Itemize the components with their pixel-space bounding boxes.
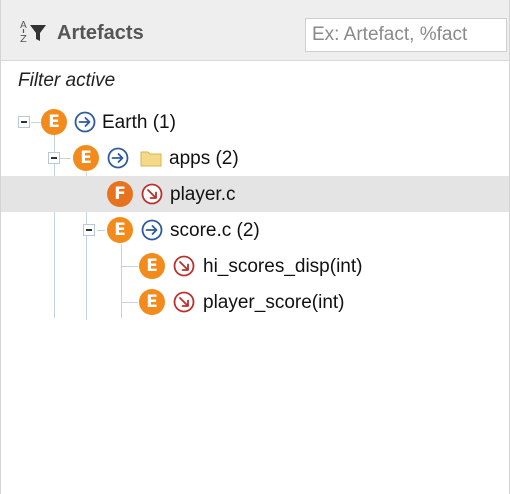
tree-node-label: apps (2): [169, 148, 239, 169]
arrow-in-icon: [107, 147, 129, 169]
folder-icon: [140, 151, 162, 167]
entity-badge-e: E: [139, 289, 165, 315]
tree-node-label: Earth (1): [102, 112, 176, 133]
artefact-tree: E Earth (1) E apps (2) F player.c E scor…: [1, 0, 509, 494]
entity-badge-e: E: [139, 253, 165, 279]
tree-node-hi-scores-disp[interactable]: E hi_scores_disp(int): [1, 248, 509, 284]
collapse-toggle[interactable]: [18, 116, 30, 128]
artefacts-panel: A Z Artefacts Filter active E Earth (1): [0, 0, 510, 494]
tree-node-player-score[interactable]: E player_score(int): [1, 284, 509, 320]
tree-node-label: score.c (2): [170, 220, 260, 241]
tree-node-label: player_score(int): [203, 292, 345, 313]
tree-node-label: hi_scores_disp(int): [203, 256, 363, 277]
tree-node-label: player.c: [170, 184, 236, 205]
tree-node-apps[interactable]: E apps (2): [1, 140, 509, 176]
collapse-toggle[interactable]: [48, 152, 60, 164]
arrow-out-icon: [141, 183, 163, 205]
entity-badge-e: E: [107, 217, 133, 243]
tree-node-earth[interactable]: E Earth (1): [1, 104, 509, 140]
tree-node-score-c[interactable]: E score.c (2): [1, 212, 509, 248]
tree-node-player-c[interactable]: F player.c: [1, 176, 509, 212]
arrow-in-icon: [141, 219, 163, 241]
arrow-out-icon: [173, 291, 195, 313]
arrow-in-icon: [74, 111, 96, 133]
entity-badge-f: F: [107, 181, 133, 207]
entity-badge-e: E: [73, 145, 99, 171]
collapse-toggle[interactable]: [83, 224, 95, 236]
entity-badge-e: E: [41, 109, 67, 135]
arrow-out-icon: [173, 255, 195, 277]
